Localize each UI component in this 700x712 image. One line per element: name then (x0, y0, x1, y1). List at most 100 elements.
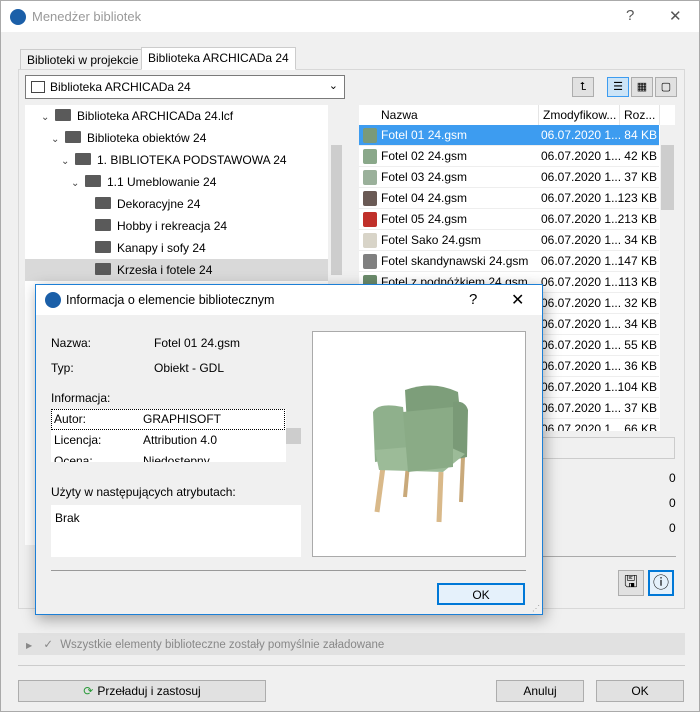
file-size: 147 KB (617, 254, 657, 268)
file-name: Fotel 04 24.gsm (381, 191, 468, 205)
grid-view-button[interactable]: ▦ (631, 77, 653, 97)
file-modified: 06.07.2020 1... (541, 212, 622, 226)
count-value: 0 (669, 471, 676, 485)
close-button[interactable]: ✕ (669, 7, 682, 25)
tree-node[interactable]: Dekoracyjne 24 (95, 193, 200, 215)
folder-icon (85, 175, 101, 187)
dialog-title: Informacja o elemencie bibliotecznym (66, 293, 275, 307)
file-name: Fotel Sako 24.gsm (381, 233, 482, 247)
file-size: 34 KB (624, 317, 657, 331)
armchair-thumbnail-icon (363, 170, 377, 185)
used-in-field[interactable]: Brak (51, 505, 301, 557)
expand-icon[interactable]: ▶ (26, 641, 32, 650)
tree-node[interactable]: ⌄ 1. BIBLIOTEKA PODSTAWOWA 24 (61, 149, 287, 171)
info-value: Niedostępny (143, 454, 210, 462)
file-modified: 06.07.2020 1... (541, 233, 622, 247)
preview-view-button[interactable]: ▢ (655, 77, 677, 97)
status-text: Wszystkie elementy biblioteczne zostały … (60, 639, 385, 651)
dialog-ok-button[interactable]: OK (437, 583, 525, 605)
info-table: Autor: GRAPHISOFT Licencja: Attribution … (51, 409, 286, 462)
help-button[interactable]: ? (626, 7, 634, 24)
info-value: GRAPHISOFT (143, 412, 222, 426)
close-button[interactable]: ✕ (511, 290, 524, 310)
name-value: Fotel 01 24.gsm (154, 336, 241, 350)
file-name: Fotel 01 24.gsm (381, 128, 468, 142)
folder-icon (75, 153, 91, 165)
tree-node[interactable]: Kanapy i sofy 24 (95, 237, 206, 259)
tree-node[interactable]: ⌄ Biblioteka obiektów 24 (51, 127, 206, 149)
ok-button[interactable]: OK (596, 680, 684, 702)
info-scrollbar[interactable] (286, 409, 301, 462)
tree-node[interactable]: ⌄ 1.1 Umeblowanie 24 (71, 171, 216, 193)
file-row[interactable]: Fotel 04 24.gsm 06.07.2020 1... 123 KB (359, 188, 659, 209)
armchair-thumbnail-icon (363, 128, 377, 143)
library-icon (31, 81, 45, 93)
file-modified: 06.07.2020 1... (541, 275, 622, 289)
chevron-down-icon: ⌄ (41, 112, 50, 123)
file-size: 123 KB (617, 191, 657, 205)
file-name: Fotel skandynawski 24.gsm (381, 254, 529, 268)
column-header-size[interactable]: Roz... (620, 105, 660, 125)
file-row[interactable]: Fotel 02 24.gsm 06.07.2020 1... 42 KB (359, 146, 659, 167)
help-button[interactable]: ? (469, 291, 477, 308)
file-modified: 06.07.2020 1... (541, 422, 622, 431)
used-in-label: Użyty w następujących atrybutach: (51, 485, 236, 499)
archicad-logo-icon (10, 9, 26, 25)
tab-project-libraries[interactable]: Biblioteki w projekcie (20, 49, 146, 70)
folder-icon (95, 241, 111, 253)
armchair-thumbnail-icon (363, 191, 377, 206)
name-label: Nazwa: (51, 336, 92, 350)
list-scrollbar[interactable] (660, 125, 675, 431)
armchair-preview-image (373, 385, 468, 523)
tree-node[interactable]: Hobby i rekreacja 24 (95, 215, 227, 237)
up-folder-button[interactable]: ⮤ (572, 77, 594, 97)
info-label: Informacja: (51, 391, 111, 405)
file-modified: 06.07.2020 1... (541, 170, 622, 184)
file-modified: 06.07.2020 1... (541, 359, 622, 373)
file-row[interactable]: Fotel 05 24.gsm 06.07.2020 1... 213 KB (359, 209, 659, 230)
file-modified: 06.07.2020 1... (541, 296, 622, 310)
file-modified: 06.07.2020 1... (541, 380, 622, 394)
folder-icon (95, 219, 111, 231)
library-select[interactable]: Biblioteka ARCHICADa 24 ⌄ (25, 75, 345, 99)
column-header-modified[interactable]: Zmodyfikow... (539, 105, 620, 125)
file-size: 213 KB (617, 212, 657, 226)
count-value: 0 (669, 521, 676, 535)
type-label: Typ: (51, 361, 74, 375)
file-size: 37 KB (624, 170, 657, 184)
save-icon[interactable]: 🖫 (618, 570, 644, 596)
preview-panel (312, 331, 526, 557)
armchair-thumbnail-icon (363, 149, 377, 164)
file-size: 37 KB (624, 401, 657, 415)
tree-node[interactable]: ⌄ Biblioteka ARCHICADa 24.lcf (41, 105, 233, 127)
file-modified: 06.07.2020 1... (541, 401, 622, 415)
archicad-logo-icon (45, 292, 61, 308)
info-value: Attribution 4.0 (143, 433, 218, 447)
file-size: 32 KB (624, 296, 657, 310)
window-title: Menedżer bibliotek (32, 9, 142, 24)
tab-archicad-library[interactable]: Biblioteka ARCHICADa 24 (141, 47, 296, 70)
list-view-button[interactable]: ☰ (607, 77, 629, 97)
info-icon[interactable]: ⓘ (648, 570, 674, 596)
column-header-name[interactable]: Nazwa (377, 105, 539, 125)
file-size: 36 KB (624, 359, 657, 373)
reload-apply-button[interactable]: ⟳ Przeładuj i zastosuj (18, 680, 266, 702)
cancel-button[interactable]: Anuluj (496, 680, 584, 702)
tree-node-selected[interactable]: Krzesła i fotele 24 (25, 259, 328, 281)
file-modified: 06.07.2020 1... (541, 317, 622, 331)
file-row[interactable]: Fotel Sako 24.gsm 06.07.2020 1... 34 KB (359, 230, 659, 251)
library-item-info-dialog: Informacja o elemencie bibliotecznym ? ✕… (35, 284, 543, 615)
file-size: 55 KB (624, 338, 657, 352)
file-row[interactable]: Fotel 03 24.gsm 06.07.2020 1... 37 KB (359, 167, 659, 188)
file-name: Fotel 02 24.gsm (381, 149, 468, 163)
file-modified: 06.07.2020 1... (541, 191, 622, 205)
info-key: Licencja: (54, 433, 102, 447)
resize-grip-icon[interactable]: ⋰ (532, 604, 540, 613)
file-row[interactable]: Fotel skandynawski 24.gsm 06.07.2020 1...… (359, 251, 659, 272)
folder-icon (95, 263, 111, 275)
folder-icon (95, 197, 111, 209)
file-row[interactable]: Fotel 01 24.gsm 06.07.2020 1... 84 KB (359, 125, 659, 146)
file-size: 113 KB (618, 275, 657, 289)
chevron-down-icon: ⌄ (328, 80, 338, 92)
count-value: 0 (669, 496, 676, 510)
